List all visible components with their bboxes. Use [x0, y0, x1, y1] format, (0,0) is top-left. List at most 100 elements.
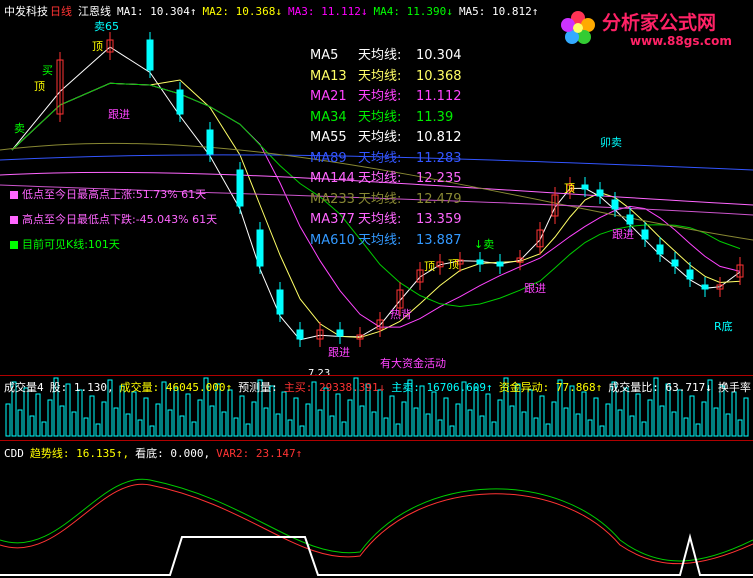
volume-bar	[713, 407, 719, 437]
ma-legend-value: 11.283	[416, 150, 462, 166]
volume-bar	[221, 411, 227, 437]
annotation-top: 顶	[92, 40, 103, 53]
panel-value: VAR2: 23.147↑	[216, 447, 303, 460]
volume-bar	[695, 423, 701, 437]
volume-bar	[155, 403, 161, 437]
ma-legend-name: MA21	[310, 89, 347, 104]
volume-bar	[617, 409, 623, 437]
volume-bar	[23, 387, 29, 437]
volume-bar	[209, 405, 215, 437]
volume-bar	[35, 393, 41, 437]
volume-bar	[473, 387, 479, 437]
ma-legend-value: 13.887	[416, 232, 462, 248]
annotation-low-price: 7.23	[308, 368, 331, 379]
ma-legend-row: MA13 天均线: 10.368	[310, 67, 462, 88]
annotation-sell: 卖	[14, 122, 25, 135]
volume-bar	[323, 387, 329, 437]
annotation-top: 顶	[424, 260, 435, 273]
candle-body	[641, 229, 649, 240]
volume-bar	[41, 421, 47, 437]
annotation-sell-65: 卖65	[94, 20, 119, 33]
volume-bar	[725, 413, 731, 437]
candle-body	[701, 284, 709, 290]
volume-bar	[623, 387, 629, 437]
volume-bar	[533, 417, 539, 437]
panel-value: 预测量:	[238, 381, 278, 394]
volume-bar	[509, 405, 515, 437]
volume-bar	[197, 399, 203, 437]
volume-bar	[83, 417, 89, 437]
volume-bar	[167, 409, 173, 437]
annotation-r-bottom: R底	[714, 320, 733, 333]
ma-legend-label: 天均线:	[358, 232, 402, 248]
cdd-trend-line	[0, 478, 753, 562]
stat-rise: 低点至今日最高点上涨:51.73% 61天	[10, 186, 206, 202]
candle-body	[496, 261, 504, 267]
volume-bar	[137, 419, 143, 437]
volume-bar	[479, 415, 485, 437]
volume-bar	[689, 395, 695, 437]
ma-legend-name: MA13	[310, 68, 347, 84]
ma-legend-row: MA34 天均线: 11.39	[310, 108, 462, 129]
candle-body	[476, 259, 484, 265]
panel-name[interactable]: CDD	[4, 447, 24, 460]
ma-legend-name: MA233	[310, 191, 355, 207]
volume-bar	[497, 399, 503, 437]
volume-bar	[413, 407, 419, 437]
volume-bar	[563, 407, 569, 437]
candle-body	[656, 244, 664, 255]
volume-bar	[329, 415, 335, 437]
panel-value: 看底: 0.000,	[135, 447, 211, 460]
candle-body	[581, 184, 589, 190]
volume-bar	[425, 413, 431, 437]
panel-value: 趋势线: 16.135↑,	[29, 447, 130, 460]
volume-bar	[521, 411, 527, 437]
pink-square-icon	[10, 216, 18, 224]
volume-bar	[227, 389, 233, 437]
candle-body	[146, 39, 154, 71]
stat-fall: 高点至今日最低点下跌:-45.043% 61天	[10, 211, 217, 227]
volume-bar	[149, 425, 155, 437]
ma-legend-label: 天均线:	[358, 191, 402, 207]
volume-bar	[47, 399, 53, 437]
candle-body	[256, 229, 264, 267]
candle-body	[596, 189, 604, 197]
volume-bar	[485, 393, 491, 437]
ma-legend-row: MA89 天均线: 11.283	[310, 149, 462, 170]
ma-legend-label: 天均线:	[358, 150, 402, 166]
annotation-follow: 跟进	[328, 346, 350, 359]
candle-body	[206, 129, 214, 155]
volume-bar	[581, 391, 587, 437]
volume-bar	[593, 397, 599, 437]
ma-legend-label: 天均线:	[358, 68, 402, 84]
volume-bar	[5, 403, 11, 437]
volume-bar	[251, 401, 257, 437]
volume-bar	[347, 399, 353, 437]
ma-legend-row: MA21 天均线: 11.112	[310, 87, 462, 108]
panel-name[interactable]: 成交量4	[4, 381, 44, 394]
volume-bar	[125, 413, 131, 437]
candle-body	[626, 214, 634, 225]
volume-bar	[449, 425, 455, 437]
ma-legend-value: 10.812	[416, 130, 462, 145]
volume-bar	[701, 401, 707, 437]
volume-bar	[671, 411, 677, 437]
candle-body	[236, 169, 244, 207]
volume-bar	[395, 423, 401, 437]
ma-legend-value: 11.112	[416, 89, 462, 104]
ma-legend-label: 天均线:	[358, 171, 402, 186]
volume-bar	[677, 389, 683, 437]
ma-legend-label: 天均线:	[358, 48, 402, 63]
volume-bar	[131, 391, 137, 437]
candle-body	[686, 269, 694, 280]
ma-legend-row: MA233 天均线: 12.479	[310, 190, 462, 211]
volume-bar	[383, 417, 389, 437]
ma-legend-name: MA377	[310, 212, 355, 227]
volume-bar	[239, 395, 245, 437]
annotation-top: 顶	[564, 182, 575, 195]
ma-legend-value: 12.479	[416, 191, 462, 207]
volume-bar	[317, 409, 323, 437]
volume-bar	[605, 403, 611, 437]
ma-legend-name: MA55	[310, 130, 347, 145]
volume-header: 成交量4 股: 1.130, 成交量: 46045.000↑ 预测量: 主买: 2933…	[4, 379, 753, 395]
